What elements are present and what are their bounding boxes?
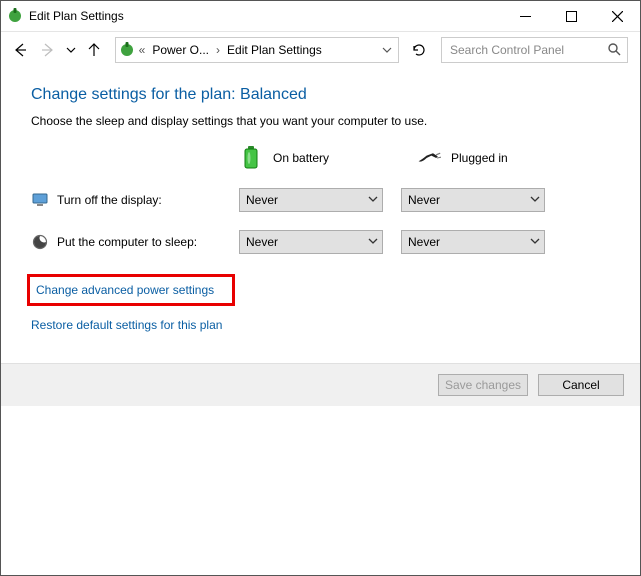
restore-defaults-link[interactable]: Restore default settings for this plan xyxy=(31,318,222,332)
search-input[interactable] xyxy=(448,42,607,58)
moon-icon xyxy=(31,233,49,251)
column-header-battery-label: On battery xyxy=(273,151,329,165)
save-button: Save changes xyxy=(438,374,528,396)
window-controls xyxy=(502,1,640,31)
back-button[interactable] xyxy=(7,36,33,64)
cancel-button[interactable]: Cancel xyxy=(538,374,624,396)
title-bar: Edit Plan Settings xyxy=(1,1,640,32)
search-input-container[interactable] xyxy=(441,37,628,63)
breadcrumb-icon xyxy=(118,42,136,58)
setting-row-display: Turn off the display: Never Never xyxy=(31,188,640,212)
chevron-down-icon xyxy=(368,235,378,249)
plug-icon xyxy=(417,146,441,170)
setting-label-display-text: Turn off the display: xyxy=(57,193,162,207)
maximize-button[interactable] xyxy=(548,1,594,31)
column-header-battery: On battery xyxy=(239,146,387,170)
up-button[interactable] xyxy=(80,36,106,64)
chevron-right-icon: › xyxy=(213,43,223,57)
breadcrumb-segment-2[interactable]: Edit Plan Settings xyxy=(223,43,326,57)
minimize-button[interactable] xyxy=(502,1,548,31)
sleep-plugged-value: Never xyxy=(408,235,440,249)
setting-label-display: Turn off the display: xyxy=(31,191,239,209)
battery-icon xyxy=(239,146,263,170)
forward-button[interactable] xyxy=(35,36,61,64)
column-headers: On battery Plugged in xyxy=(239,146,640,170)
breadcrumb[interactable]: « Power O... › Edit Plan Settings xyxy=(115,37,399,63)
monitor-icon xyxy=(31,191,49,209)
chevron-left-icon: « xyxy=(136,43,149,57)
display-battery-dropdown[interactable]: Never xyxy=(239,188,383,212)
nav-bar: « Power O... › Edit Plan Settings xyxy=(1,32,640,68)
setting-row-sleep: Put the computer to sleep: Never Never xyxy=(31,230,640,254)
advanced-power-settings-link[interactable]: Change advanced power settings xyxy=(36,283,214,297)
chevron-down-icon xyxy=(530,193,540,207)
refresh-button[interactable] xyxy=(407,37,431,63)
setting-label-sleep-text: Put the computer to sleep: xyxy=(57,235,197,249)
setting-label-sleep: Put the computer to sleep: xyxy=(31,233,239,251)
app-icon xyxy=(7,8,23,24)
display-plugged-value: Never xyxy=(408,193,440,207)
page-heading: Change settings for the plan: Balanced xyxy=(31,86,640,104)
display-plugged-dropdown[interactable]: Never xyxy=(401,188,545,212)
sleep-battery-dropdown[interactable]: Never xyxy=(239,230,383,254)
breadcrumb-segment-1[interactable]: Power O... xyxy=(148,43,213,57)
page-subtext: Choose the sleep and display settings th… xyxy=(31,114,640,128)
window-title: Edit Plan Settings xyxy=(29,9,124,23)
search-icon xyxy=(607,42,621,59)
chevron-down-icon xyxy=(368,193,378,207)
highlight-annotation: Change advanced power settings xyxy=(27,274,235,306)
content-area: Change settings for the plan: Balanced C… xyxy=(1,68,640,350)
sleep-battery-value: Never xyxy=(246,235,278,249)
column-header-plugged: Plugged in xyxy=(417,146,565,170)
close-button[interactable] xyxy=(594,1,640,31)
breadcrumb-dropdown[interactable] xyxy=(377,38,396,62)
display-battery-value: Never xyxy=(246,193,278,207)
column-header-plugged-label: Plugged in xyxy=(451,151,508,165)
recent-locations-button[interactable] xyxy=(63,36,78,64)
window: Edit Plan Settings xyxy=(0,0,641,576)
chevron-down-icon xyxy=(530,235,540,249)
sleep-plugged-dropdown[interactable]: Never xyxy=(401,230,545,254)
footer-bar: Save changes Cancel xyxy=(1,363,640,406)
